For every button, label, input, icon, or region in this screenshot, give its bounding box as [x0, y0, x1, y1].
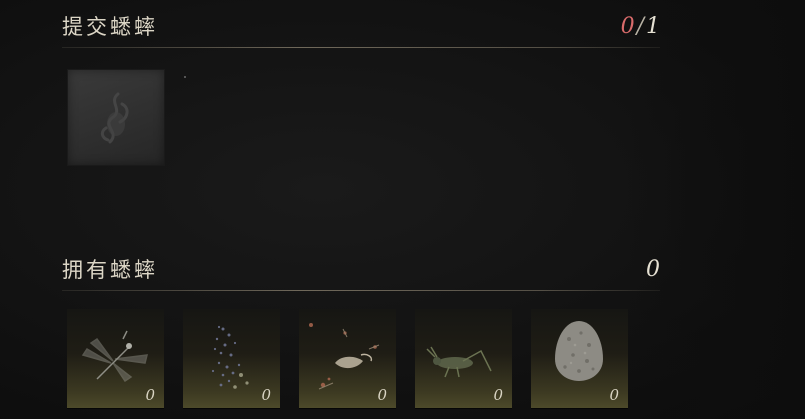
submit-count-separator: /	[636, 13, 644, 39]
submit-count-current: 0	[620, 13, 635, 39]
stray-dot	[184, 76, 186, 78]
inventory-item[interactable]: 0	[299, 309, 396, 408]
submit-section-header: 提交蟋蟀 0/1	[62, 10, 660, 42]
owned-section-title: 拥有蟋蟀	[62, 258, 158, 282]
inventory-item[interactable]: 0	[415, 309, 512, 408]
submit-count-total: 1	[646, 13, 660, 39]
cricket-silhouette-icon	[100, 92, 129, 144]
inventory-quantity: 0	[493, 386, 503, 404]
inventory-item[interactable]: 0	[183, 309, 280, 408]
submit-divider	[62, 47, 660, 48]
inventory-item[interactable]: 0	[67, 309, 164, 408]
owned-divider	[62, 290, 660, 291]
inventory-item[interactable]: 0	[531, 309, 628, 408]
inventory-quantity: 0	[609, 386, 619, 404]
inventory-quantity: 0	[145, 386, 155, 404]
submit-slot[interactable]	[67, 69, 165, 166]
owned-section-header: 拥有蟋蟀 0	[62, 253, 660, 285]
inventory-quantity: 0	[261, 386, 271, 404]
owned-count: 0	[646, 256, 660, 282]
submit-section-title: 提交蟋蟀	[62, 15, 158, 39]
inventory-quantity: 0	[377, 386, 387, 404]
inventory-row: 0 0 0 0 0	[67, 309, 628, 408]
vignette-shade	[625, 0, 805, 419]
submit-counter: 0/1	[621, 14, 660, 39]
